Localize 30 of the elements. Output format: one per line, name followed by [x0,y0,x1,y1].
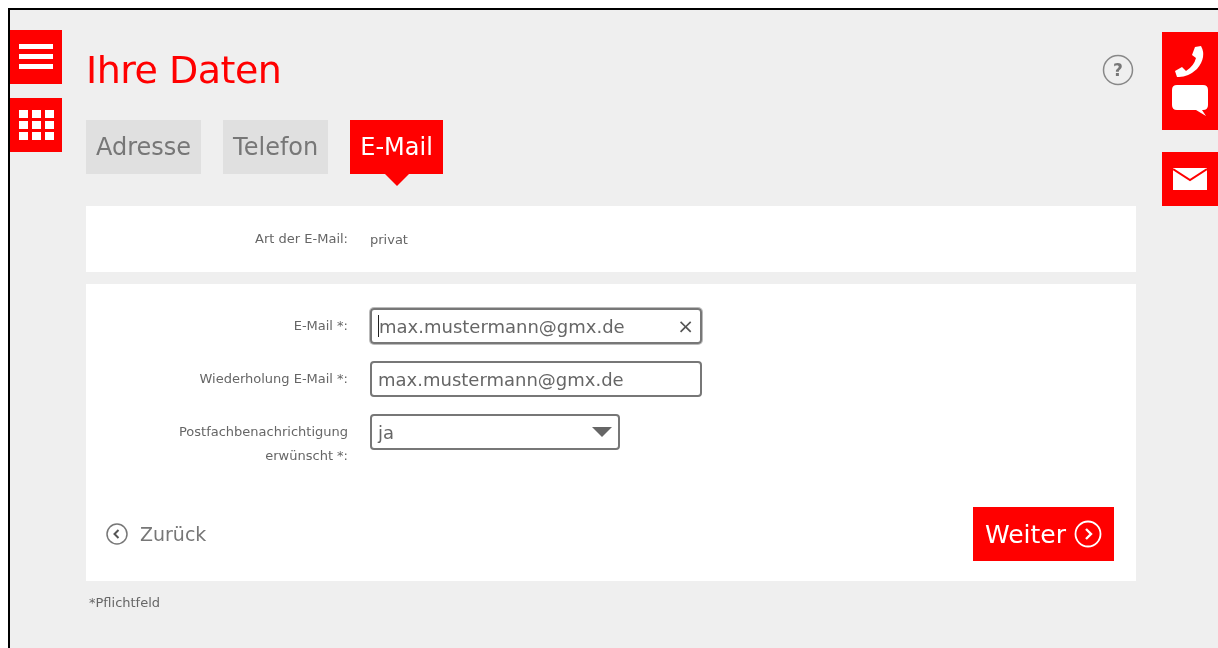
caret-icon [592,427,612,437]
text-cursor [378,315,379,337]
back-link[interactable]: Zurück [106,523,207,545]
next-button[interactable]: Weiter [972,507,1114,561]
chevron-right-icon [1074,520,1102,548]
chat-icon [1172,85,1208,117]
menu-button[interactable] [10,30,62,84]
tab[interactable]: E-Mail [350,120,443,174]
tab-pointer [384,174,409,186]
footnote: *Pflichtfeld [88,594,162,610]
email-button[interactable] [1162,152,1218,206]
menu-icon [19,44,53,70]
dropdown[interactable]: ja [370,414,620,450]
apps-button[interactable] [10,98,62,152]
input-field[interactable]: max.mustermann@gmx.de × [370,308,702,344]
field-value: privat [370,231,408,247]
help-icon[interactable]: ? [1102,54,1134,86]
input-field[interactable]: max.mustermann@gmx.de [370,361,702,397]
chevron-left-icon [106,523,128,545]
page-title: Ihre Daten [86,48,282,92]
grid-icon [18,110,54,140]
field-label: Art der E-Mail: [254,230,348,248]
field-label: Postfachbenachrichtigung erwünscht *: [178,423,348,465]
tab[interactable]: Adresse [86,120,202,174]
contact-button[interactable] [1162,32,1218,130]
tab[interactable]: Telefon [223,120,329,174]
clear-button[interactable]: × [677,314,694,338]
field-label: E-Mail *: [292,317,348,335]
field-label: Wiederholung E-Mail *: [198,370,348,388]
envelope-icon [1173,168,1207,190]
